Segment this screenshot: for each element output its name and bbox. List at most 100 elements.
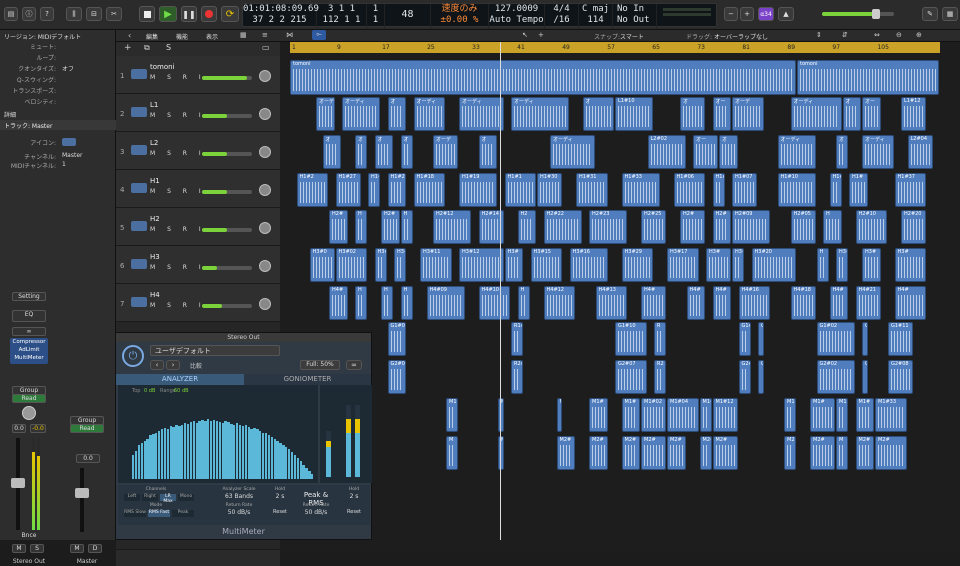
audio-region[interactable]: H (517, 286, 530, 320)
audio-region[interactable]: H3#17 (667, 248, 699, 282)
track-name[interactable]: tomoni (150, 63, 175, 71)
strip2-mute-button[interactable]: M (70, 544, 84, 553)
audio-region[interactable]: M (446, 436, 458, 470)
audio-region[interactable]: R (654, 322, 666, 356)
more-header[interactable]: 詳細 (4, 110, 16, 119)
audio-region[interactable]: H1#2 (296, 173, 328, 207)
track-header-L1[interactable]: 2 L1 M S R I (116, 94, 280, 132)
audio-region[interactable]: H3# (706, 248, 731, 282)
global-tracks-icon[interactable]: ▭ (262, 43, 270, 52)
channel-value[interactable]: Master (62, 152, 83, 159)
flex-icon[interactable]: ⋈ (286, 31, 293, 39)
track-volume-slider[interactable] (202, 152, 252, 156)
track-msri-buttons[interactable]: M S R I (150, 74, 206, 81)
strip1-fader-handle[interactable] (11, 478, 25, 488)
menu-view[interactable]: 表示 (206, 32, 218, 41)
audio-region[interactable]: H1#19 (459, 173, 497, 207)
audio-region[interactable]: G2#02 (816, 360, 855, 394)
audio-region[interactable]: M1 (836, 398, 848, 432)
track-msri-buttons[interactable]: M S R I (150, 264, 206, 271)
track-header[interactable]: トラック: Master (0, 120, 116, 130)
plugin-slot-3[interactable]: MultiMeter (10, 354, 48, 362)
audio-region[interactable]: M2# (621, 436, 640, 470)
audio-region[interactable]: tomoni (290, 60, 796, 95)
audio-region[interactable]: M1 (784, 398, 796, 432)
audio-region[interactable]: H2#25 (641, 210, 666, 244)
audio-region[interactable]: M2# (667, 436, 686, 470)
audio-region[interactable]: H4# (641, 286, 666, 320)
top-value[interactable]: 0 dB (144, 388, 155, 394)
hold-value-1[interactable]: 2 s (266, 493, 294, 500)
audio-region[interactable]: H2#20 (901, 210, 926, 244)
audio-region[interactable]: H3#12 (459, 248, 504, 282)
audio-region[interactable]: H4# (829, 286, 848, 320)
audio-region[interactable]: H3# (836, 248, 848, 282)
audio-region[interactable]: M1# (589, 398, 608, 432)
audio-region[interactable]: オーディ (511, 97, 569, 131)
audio-region[interactable]: G1#02 (816, 322, 855, 356)
analyzer-scale-value[interactable]: 63 Bands (214, 493, 264, 500)
audio-region[interactable]: H2#05 (790, 210, 816, 244)
audio-region[interactable]: G1#10 (615, 322, 647, 356)
track-pan-knob[interactable] (259, 146, 271, 158)
strip2-automation-button[interactable]: Read (70, 424, 104, 433)
track-header-tomoni[interactable]: 1 tomoni M S R I (116, 56, 280, 94)
waveform-icon[interactable] (62, 138, 76, 146)
track-name[interactable]: H2 (150, 215, 160, 223)
audio-region[interactable]: H (823, 210, 842, 244)
plugin-slot-2[interactable]: AdLimit (10, 346, 48, 354)
track-header-H1[interactable]: 4 H1 M S R I (116, 170, 280, 208)
audio-region[interactable]: オーディ (862, 135, 894, 169)
zoom-menu[interactable]: Full: 50% (300, 360, 340, 370)
audio-region[interactable]: G1#04 (387, 322, 406, 356)
audio-region[interactable]: オーディ (790, 97, 842, 131)
audio-region[interactable]: H2# (712, 210, 731, 244)
track-volume-slider[interactable] (202, 76, 252, 80)
audio-region[interactable]: M2# (556, 436, 575, 470)
mode-peak-option[interactable]: Peak (172, 510, 194, 517)
audio-region[interactable]: H1#30 (537, 173, 562, 207)
track-msri-buttons[interactable]: M S R I (150, 226, 206, 233)
mode-rms-slow-option[interactable]: RMS Slow (124, 510, 146, 517)
audio-region[interactable]: オーデ (433, 135, 458, 169)
track-volume-slider[interactable] (202, 228, 252, 232)
replace-button[interactable]: − (724, 7, 738, 21)
audio-region[interactable]: G2# (738, 360, 751, 394)
hold-value-2[interactable]: 2 s (340, 493, 368, 500)
play-button[interactable]: ▶ (159, 6, 177, 22)
audio-region[interactable]: H1#10 (777, 173, 816, 207)
audio-region[interactable]: R2# (511, 360, 523, 394)
audio-region[interactable]: M2# (712, 436, 738, 470)
audio-region[interactable]: H2#09 (732, 210, 770, 244)
audio-region[interactable]: M1# (621, 398, 640, 432)
audio-region[interactable]: H3#29 (621, 248, 653, 282)
plugin-slot-1[interactable]: Compressor (10, 338, 48, 346)
record-button[interactable] (201, 6, 217, 22)
audio-region[interactable]: H2 (517, 210, 536, 244)
track-pan-knob[interactable] (259, 222, 271, 234)
audio-region[interactable]: H1#18 (413, 173, 445, 207)
audio-region[interactable]: M1 (556, 398, 562, 432)
audio-region[interactable]: オ (680, 97, 705, 131)
channel-mono-option[interactable]: Mono (178, 494, 194, 501)
audio-region[interactable]: H (355, 286, 367, 320)
track-header-L2[interactable]: 3 L2 M S R I (116, 132, 280, 170)
audio-region[interactable]: M2# (641, 436, 666, 470)
audio-region[interactable]: G1#11 (888, 322, 913, 356)
audio-region[interactable]: L2#04 (907, 135, 933, 169)
audio-region[interactable]: M1# (699, 398, 712, 432)
cycle-button[interactable]: ⟳ (221, 6, 239, 22)
link-plugin-button[interactable]: ∞ (346, 360, 362, 370)
audio-region[interactable]: H1#07 (732, 173, 757, 207)
audio-region[interactable]: H3# (374, 248, 387, 282)
master-volume-handle[interactable] (872, 9, 880, 19)
track-pan-knob[interactable] (259, 70, 271, 82)
strip1-mute-button[interactable]: M (12, 544, 26, 553)
track-volume-slider[interactable] (202, 114, 252, 118)
zoom-vertical-icon[interactable]: ⇵ (842, 31, 848, 39)
analyzer-tab[interactable]: ANALYZER (116, 374, 244, 385)
audio-region[interactable]: オーディ (342, 97, 380, 131)
audio-region[interactable]: G1# (738, 322, 751, 356)
menu-edit[interactable]: 編集 (146, 32, 158, 41)
audio-region[interactable]: H (381, 286, 393, 320)
